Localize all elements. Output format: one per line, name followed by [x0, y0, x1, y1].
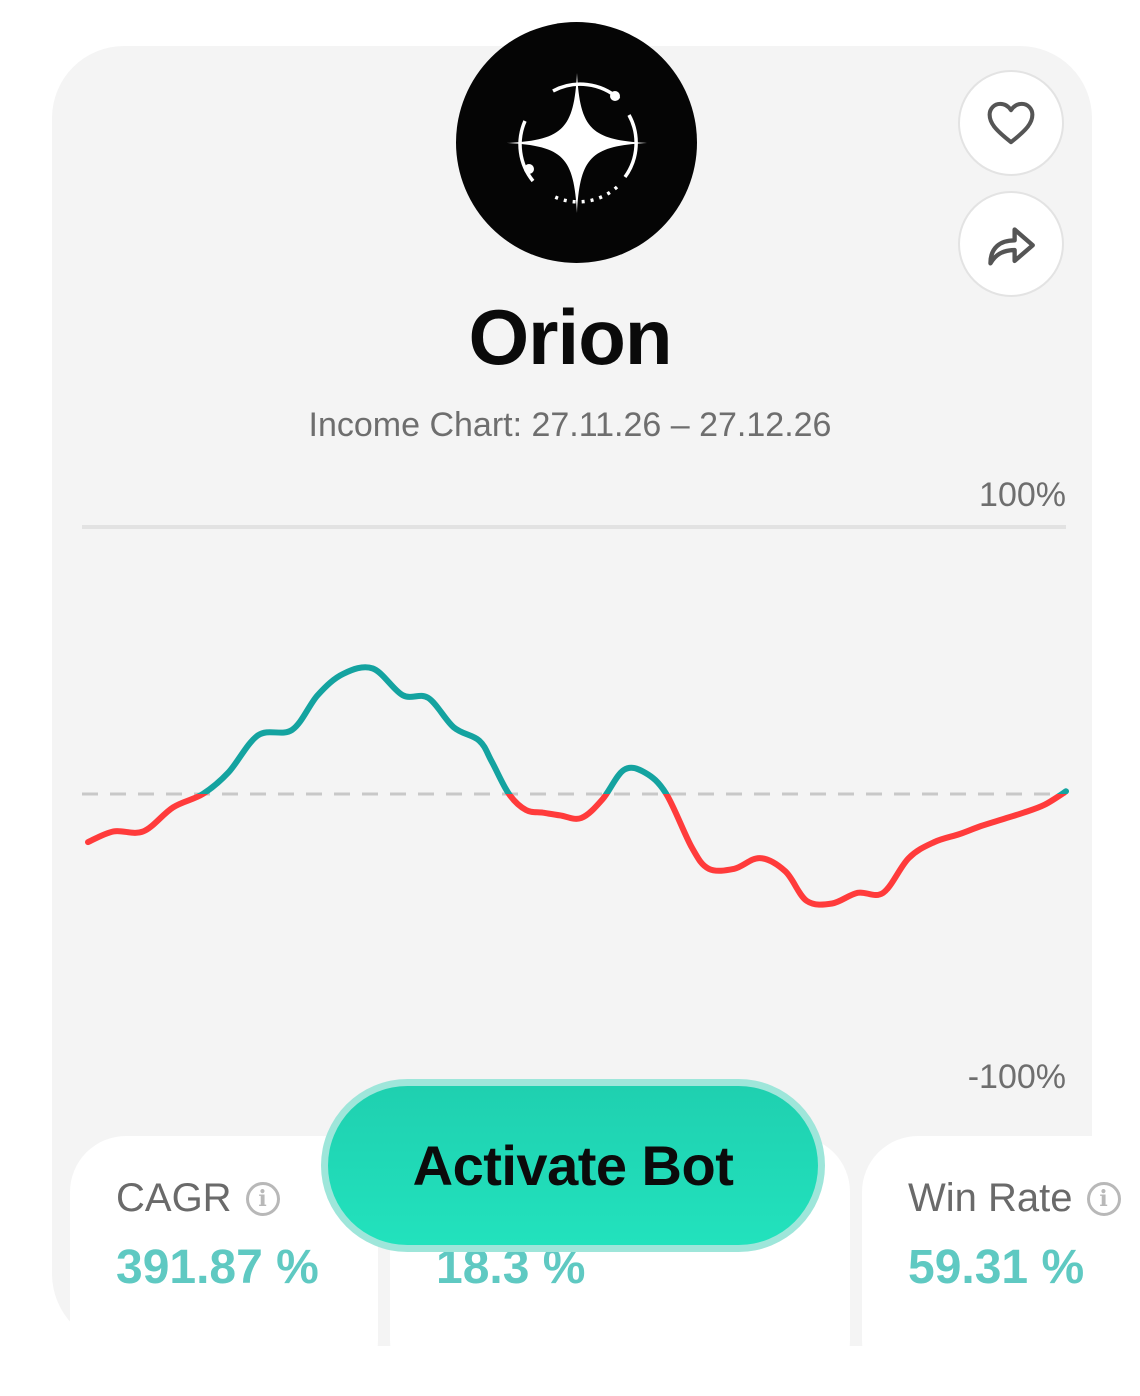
info-icon[interactable]: i: [1086, 1181, 1121, 1216]
info-icon[interactable]: i: [245, 1181, 280, 1216]
stat-label: Win Rate: [908, 1176, 1073, 1220]
stat-value: 59.31 %: [908, 1241, 1085, 1294]
activate-bot-button[interactable]: Activate Bot: [321, 1079, 825, 1252]
income-line-positive: [196, 664, 1069, 794]
income-line-negative: [85, 794, 1068, 908]
stat-card-win-rate: Win Rate i 59.31 %: [862, 1136, 1140, 1396]
activate-bot-label: Activate Bot: [328, 1086, 818, 1245]
stat-value: 391.87 %: [116, 1241, 319, 1294]
stat-label: CAGR: [116, 1176, 232, 1220]
